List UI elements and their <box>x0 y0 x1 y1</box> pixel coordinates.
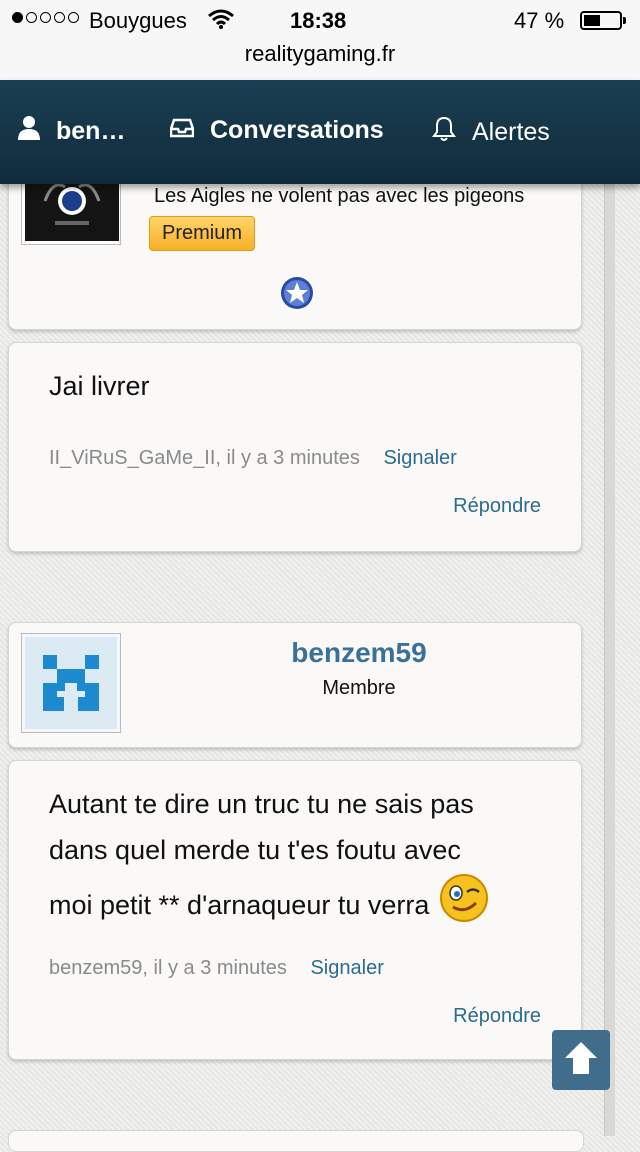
report-link[interactable]: Signaler <box>310 957 383 979</box>
user-icon <box>18 116 40 147</box>
nav-conversations-label: Conversations <box>210 116 384 144</box>
reply-link[interactable]: Répondre <box>453 495 541 518</box>
next-card-edge <box>8 1130 584 1152</box>
post-line-3: moi petit ** d'arnaqueur tu verra <box>49 890 430 920</box>
nav-alerts[interactable]: Alertes <box>432 116 550 149</box>
profile-card-benzem59: benzem59 Membre <box>8 622 582 748</box>
reply-link[interactable]: Répondre <box>453 1005 541 1028</box>
wifi-icon <box>208 8 234 36</box>
wink-emoji-icon <box>439 873 489 937</box>
scroll-to-top-button[interactable] <box>552 1030 610 1090</box>
inbox-icon <box>169 116 195 145</box>
post-meta: benzem59, il y a 3 minutes Signaler <box>49 957 384 980</box>
user-signature: Les Aigles ne volent pas avec les pigeon… <box>154 185 525 207</box>
battery-percentage: 47 % <box>514 8 565 33</box>
avatar[interactable] <box>21 633 121 733</box>
user-role: Membre <box>322 677 396 699</box>
nav-user-menu[interactable]: ben… <box>18 116 125 147</box>
nav-alerts-label: Alertes <box>472 118 550 146</box>
arrow-up-icon <box>561 1038 601 1083</box>
premium-badge: Premium <box>149 216 256 251</box>
trophy-icon <box>279 275 315 316</box>
post-meta: II_ViRuS_GaMe_II, il y a 3 minutes Signa… <box>49 447 457 470</box>
nav-conversations[interactable]: Conversations <box>169 116 384 145</box>
username-link[interactable]: benzem59 <box>239 637 479 669</box>
top-navigation: ben… Conversations Alertes <box>0 80 640 184</box>
identicon-image <box>25 637 117 729</box>
page-side-gutter <box>604 184 615 1136</box>
battery-icon <box>580 11 626 30</box>
post-line-3-row: moi petit ** d'arnaqueur tu verra <box>49 873 489 937</box>
post-card-2: Autant te dire un truc tu ne sais pas da… <box>8 760 582 1060</box>
post-author-time: II_ViRuS_GaMe_II, il y a 3 minutes <box>49 447 360 469</box>
post-message: Jai livrer <box>49 371 150 401</box>
post-message: Autant te dire un truc tu ne sais pas da… <box>49 781 489 937</box>
url-bar[interactable]: realitygaming.fr <box>0 40 640 80</box>
post-line-1: Autant te dire un truc tu ne sais pas <box>49 789 474 819</box>
post-line-2: dans quel merde tu t'es foutu avec <box>49 835 461 865</box>
post-card-1: Jai livrer II_ViRuS_GaMe_II, il y a 3 mi… <box>8 342 582 552</box>
post-author-time: benzem59, il y a 3 minutes <box>49 957 287 979</box>
url-domain: realitygaming.fr <box>244 41 396 66</box>
carrier-name: Bouygues <box>89 8 187 33</box>
report-link[interactable]: Signaler <box>383 447 456 469</box>
clock-time: 18:38 <box>290 8 347 33</box>
signal-strength-icon <box>12 12 79 23</box>
status-bar: Bouygues 18:38 47 % <box>0 0 640 40</box>
nav-user-label: ben… <box>56 117 126 145</box>
bell-icon <box>432 116 456 149</box>
